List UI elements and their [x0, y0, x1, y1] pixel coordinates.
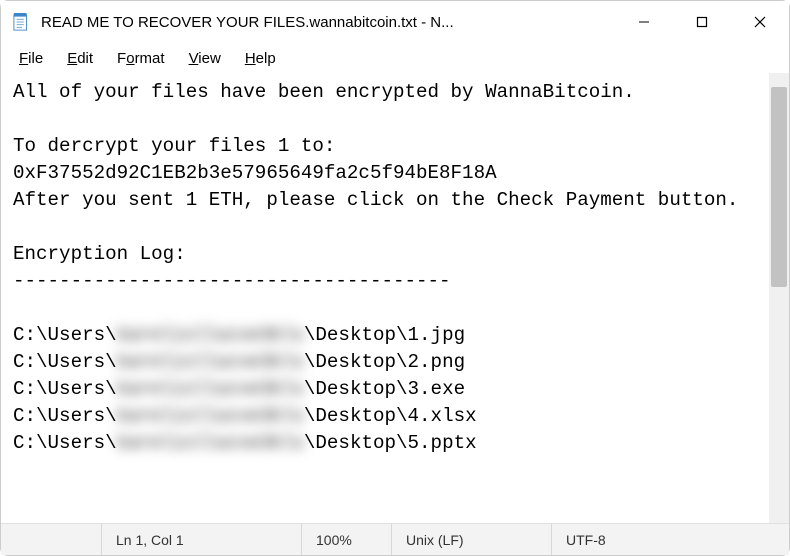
menubar: File Edit Format View Help [1, 43, 789, 73]
window-title: READ ME TO RECOVER YOUR FILES.wannabitco… [41, 14, 615, 31]
status-position: Ln 1, Col 1 [101, 524, 301, 555]
menu-edit[interactable]: Edit [57, 46, 103, 71]
status-encoding: UTF-8 [551, 524, 789, 555]
maximize-button[interactable] [673, 1, 731, 43]
status-eol: Unix (LF) [391, 524, 551, 555]
editor-area: All of your files have been encrypted by… [1, 73, 789, 523]
redacted-username: karelisllucve3kls [117, 322, 304, 349]
redacted-username: karelisllucve3kls [117, 403, 304, 430]
menu-file[interactable]: File [9, 46, 53, 71]
notepad-icon [13, 13, 31, 31]
menu-format[interactable]: Format [107, 46, 175, 71]
window-controls [615, 1, 789, 43]
redacted-username: karelisllucve3kls [117, 376, 304, 403]
close-button[interactable] [731, 1, 789, 43]
menu-help[interactable]: Help [235, 46, 286, 71]
statusbar: Ln 1, Col 1 100% Unix (LF) UTF-8 [1, 523, 789, 555]
status-zoom: 100% [301, 524, 391, 555]
titlebar: READ ME TO RECOVER YOUR FILES.wannabitco… [1, 1, 789, 43]
menu-view[interactable]: View [179, 46, 231, 71]
vertical-scrollbar[interactable] [769, 73, 789, 523]
minimize-button[interactable] [615, 1, 673, 43]
scrollbar-thumb[interactable] [771, 87, 787, 287]
redacted-username: karelisllucve3kls [117, 430, 304, 457]
text-content[interactable]: All of your files have been encrypted by… [1, 73, 769, 523]
redacted-username: karelisllucve3kls [117, 349, 304, 376]
